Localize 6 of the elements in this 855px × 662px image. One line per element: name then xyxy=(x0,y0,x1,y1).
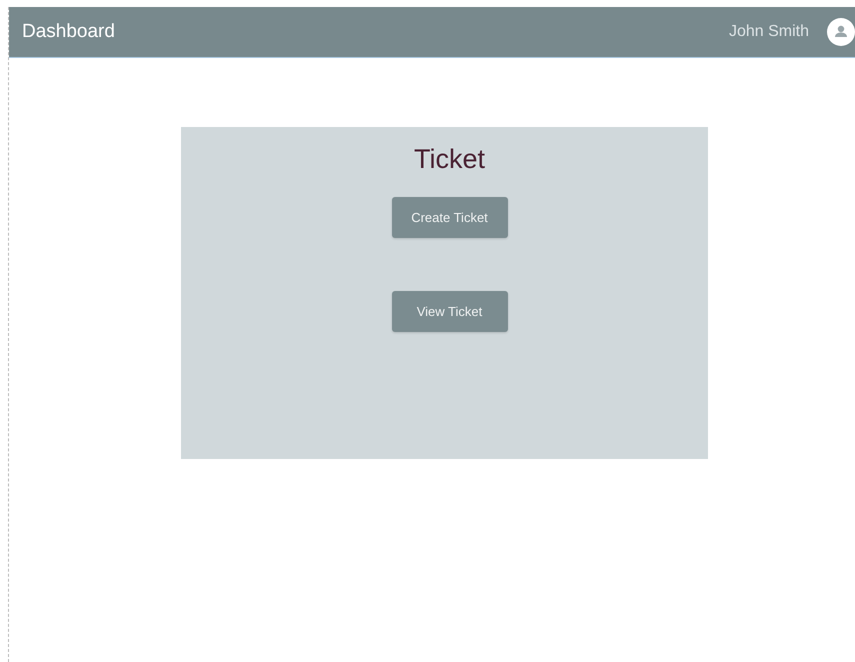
app-title: Dashboard xyxy=(22,21,115,43)
ticket-button[interactable]: View Ticket xyxy=(392,291,508,332)
ticket-button[interactable]: Create Ticket xyxy=(392,197,508,238)
avatar-icon[interactable] xyxy=(827,18,855,46)
user-name: John Smith xyxy=(728,23,809,41)
panel-title: Ticket xyxy=(414,144,485,175)
